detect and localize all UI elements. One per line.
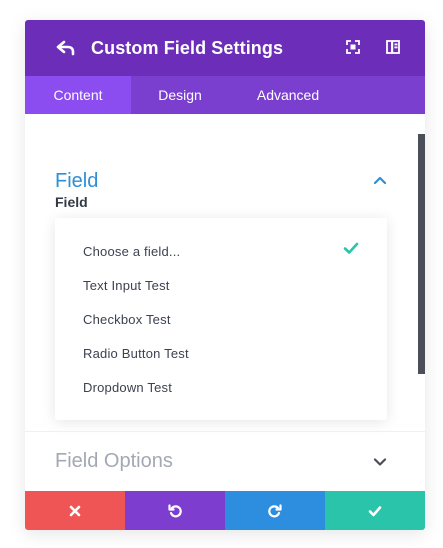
modal-header: Custom Field Settings [25, 20, 425, 76]
field-dropdown[interactable]: Choose a field... Text Input Test Checkb… [55, 218, 387, 420]
scrollbar[interactable] [418, 134, 425, 374]
back-arrow-icon[interactable] [55, 37, 77, 59]
redo-button[interactable] [225, 491, 325, 530]
dropdown-option[interactable]: Radio Button Test [83, 346, 189, 361]
footer-actions [25, 491, 425, 530]
close-icon [69, 505, 81, 516]
settings-modal: Custom Field Settings Content Design Adv… [25, 20, 425, 530]
fullscreen-icon[interactable] [345, 39, 361, 55]
check-icon [343, 242, 359, 254]
section-divider [25, 431, 425, 432]
field-label: Field [55, 194, 88, 210]
tab-design[interactable]: Design [135, 76, 225, 114]
dropdown-option[interactable]: Text Input Test [83, 278, 170, 293]
section-title-field-options[interactable]: Field Options [55, 450, 173, 473]
sidebar-layout-icon[interactable] [385, 39, 401, 55]
tab-advanced[interactable]: Advanced [240, 76, 336, 114]
redo-icon [268, 503, 282, 517]
check-icon [368, 505, 382, 516]
tab-bar: Content Design Advanced [25, 76, 425, 114]
chevron-down-icon[interactable] [373, 457, 387, 467]
tab-content[interactable]: Content [25, 76, 131, 114]
dropdown-option[interactable]: Checkbox Test [83, 312, 171, 327]
cancel-button[interactable] [25, 491, 125, 530]
save-button[interactable] [325, 491, 425, 530]
undo-button[interactable] [125, 491, 225, 530]
dropdown-option[interactable]: Choose a field... [83, 244, 180, 259]
modal-title: Custom Field Settings [91, 38, 284, 58]
settings-body: Field Field Choose a field... Text Input… [25, 114, 425, 491]
dropdown-option[interactable]: Dropdown Test [83, 380, 172, 395]
section-title-field[interactable]: Field [55, 170, 98, 193]
undo-icon [168, 503, 182, 517]
chevron-up-icon[interactable] [373, 175, 387, 185]
